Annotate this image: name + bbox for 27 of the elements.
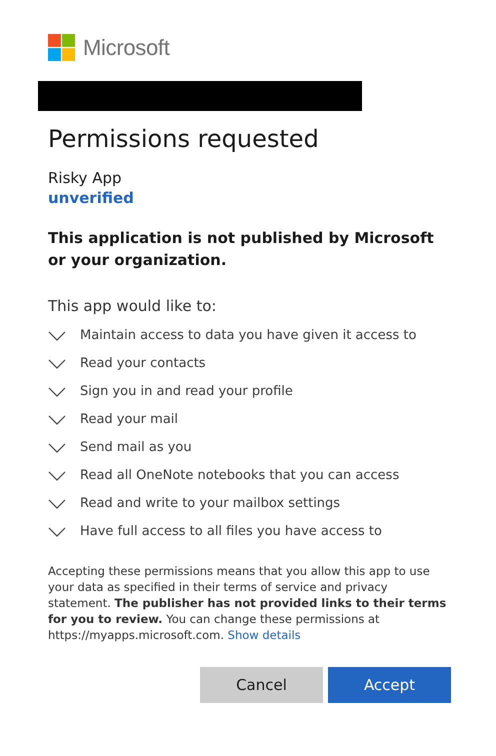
cancel-button[interactable]: Cancel — [200, 667, 323, 703]
permission-label: Read your mail — [80, 412, 178, 427]
chevron-icon[interactable] — [48, 386, 66, 396]
brand-name: Microsoft — [83, 34, 170, 60]
chevron-icon[interactable] — [48, 414, 66, 424]
permission-label: Sign you in and read your profile — [80, 384, 293, 399]
permission-label: Maintain access to data you have given it access to — [80, 328, 416, 343]
chevron-icon[interactable] — [48, 470, 66, 480]
unverified-link[interactable]: unverified — [48, 189, 134, 207]
notice-text: Accepting these permissions means that you allow this app to use your data as specified in their terms of service and privacy statement. The publisher has not provided links to their terms for you to review. You can change these permissions at https://myapps.microsoft.com. Show details — [48, 563, 448, 643]
permission-label: Send mail as you — [80, 440, 192, 455]
logo-icon — [48, 34, 75, 61]
warning-text: This application is not published by Microsoft or your organization. — [48, 228, 435, 271]
permission-label: Read your contacts — [80, 356, 206, 371]
chevron-icon[interactable] — [48, 498, 66, 508]
permission-label: Read and write to your mailbox settings — [80, 496, 340, 511]
app-name: Risky App — [48, 169, 123, 187]
permission-label: Read all OneNote notebooks that you can access — [80, 468, 400, 483]
accept-button[interactable]: Accept — [328, 667, 451, 703]
chevron-icon[interactable] — [48, 330, 66, 340]
chevron-icon[interactable] — [48, 358, 66, 368]
show-details-link[interactable]: Show details — [228, 628, 301, 642]
chevron-icon[interactable] — [48, 442, 66, 452]
page-title: Permissions requested — [48, 125, 320, 153]
intro-text: This app would like to: — [48, 297, 218, 315]
chevron-icon[interactable] — [48, 526, 66, 536]
permission-label: Have full access to all files you have access to — [80, 524, 382, 539]
